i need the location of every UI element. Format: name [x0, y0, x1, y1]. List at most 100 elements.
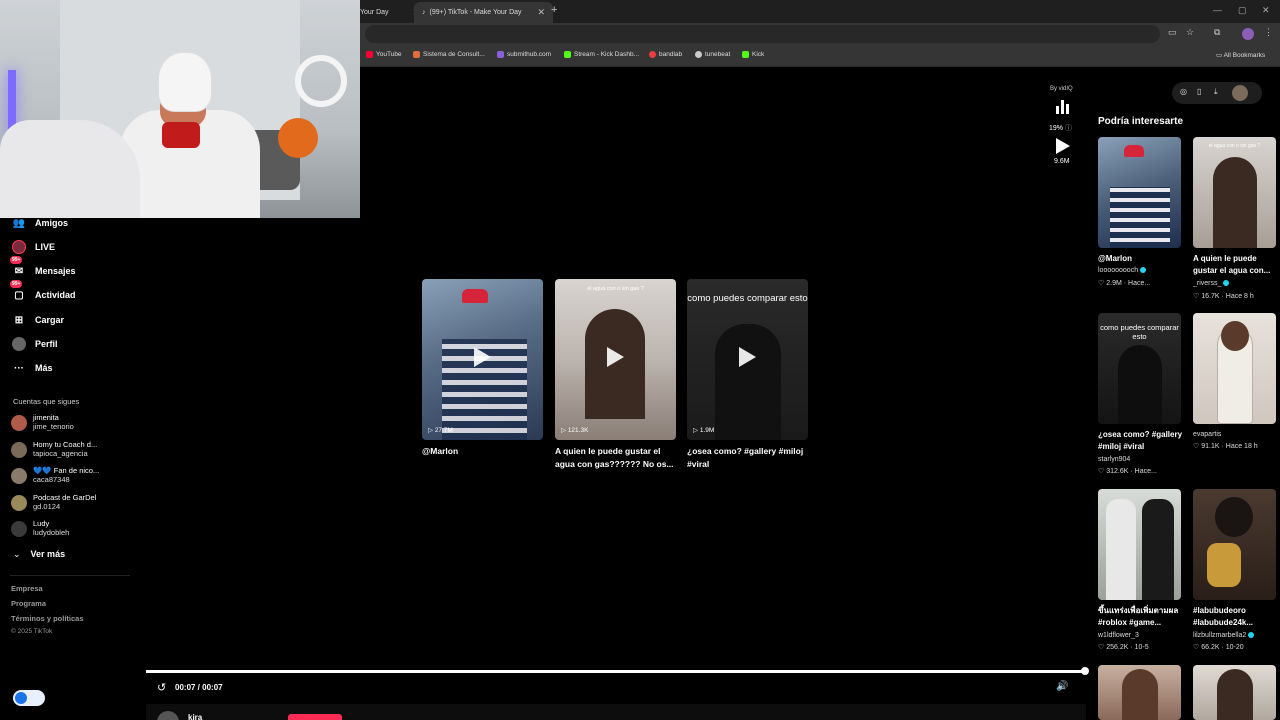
- video-overlay-text: como puedes comparar esto: [687, 293, 808, 304]
- user-avatar[interactable]: [1232, 85, 1248, 101]
- video-thumbnail: [1106, 499, 1136, 600]
- tab-tiktok[interactable]: ♪ (99+) TikTok - Make Your Day ✕: [414, 2, 554, 23]
- top-actions: ◎ ▯ ⤓: [1172, 82, 1262, 104]
- window-close-icon[interactable]: ✕: [1262, 5, 1270, 16]
- recommended-thumbnail[interactable]: como puedes comparar esto: [1098, 313, 1181, 424]
- following-item[interactable]: 💙💙 Fan de nico... caca87348: [11, 466, 99, 484]
- progress-handle[interactable]: [1081, 667, 1089, 675]
- bottom-username[interactable]: kira: [188, 713, 202, 720]
- star-icon[interactable]: ☆: [1186, 27, 1194, 38]
- sidebar-item-mas[interactable]: ··· Más: [11, 360, 53, 376]
- recommended-thumbnail[interactable]: [1193, 665, 1276, 720]
- footer-link-terminos[interactable]: Términos y políticas: [11, 614, 84, 623]
- notification-badge: 99+: [10, 256, 23, 264]
- recommended-caption[interactable]: A quien le puede gustar el agua con...: [1193, 253, 1280, 277]
- tab-your-day[interactable]: Your Day ✕: [360, 2, 420, 23]
- video-caption[interactable]: @Marlon: [422, 445, 546, 458]
- bookmark-youtube[interactable]: YouTube: [366, 51, 402, 58]
- recommended-caption[interactable]: ขึ้นแทร่งเพื่อเพิ่มตามผล #roblox #game..…: [1098, 605, 1188, 629]
- cast-icon[interactable]: ▭: [1168, 27, 1177, 38]
- sidebar-item-mensajes[interactable]: ✉ 99+ Mensajes: [10, 256, 76, 279]
- recommended-user[interactable]: starlyn904: [1098, 456, 1130, 463]
- sidebar-item-actividad[interactable]: ▢ 99+ Actividad: [10, 280, 76, 303]
- gauge-icon[interactable]: ◎: [1180, 87, 1187, 96]
- following-item[interactable]: Podcast de GarDel gd.0124: [11, 493, 96, 511]
- maximize-icon[interactable]: ▢: [1238, 5, 1247, 16]
- follow-button[interactable]: [288, 714, 342, 720]
- recommended-thumbnail[interactable]: [1098, 137, 1181, 248]
- sidebar-item-cargar[interactable]: ⊞ Cargar: [11, 312, 64, 328]
- recommended-meta: ♡ 312.6K · Hace...: [1098, 468, 1157, 475]
- hair: [1215, 497, 1253, 537]
- video-card[interactable]: el agua con o sin gas ? ▷ 121.3K: [555, 279, 676, 440]
- recommended-user[interactable]: _riverss_: [1193, 280, 1230, 287]
- download-icon[interactable]: ⤓: [1214, 87, 1218, 97]
- recommended-thumbnail[interactable]: [1098, 665, 1181, 720]
- recommended-caption[interactable]: #labubudeoro #labubude24k...: [1193, 605, 1280, 629]
- recommended-thumbnail[interactable]: [1098, 489, 1181, 600]
- kick-icon: [742, 51, 749, 58]
- recommended-user[interactable]: w1ldflower_3: [1098, 632, 1139, 639]
- recommended-caption[interactable]: @Marlon: [1098, 253, 1188, 265]
- bookmark-kick[interactable]: Kick: [742, 51, 764, 58]
- address-bar[interactable]: [365, 25, 1160, 43]
- recommended-thumbnail[interactable]: [1193, 313, 1276, 424]
- replay-icon[interactable]: ↺: [157, 681, 166, 694]
- volume-icon[interactable]: 🔊: [1056, 681, 1068, 692]
- new-tab-icon[interactable]: +: [551, 4, 557, 16]
- bookmark-sistema[interactable]: Sistema de Consult...: [413, 51, 485, 58]
- footer-link-programa[interactable]: Programa: [11, 599, 46, 608]
- red-cap: [462, 289, 488, 303]
- recommended-meta: ♡ 2.9M · Hace...: [1098, 280, 1151, 287]
- following-title: Cuentas que sigues: [13, 397, 80, 406]
- comment-strip: [146, 704, 1086, 720]
- recommendations-title: Podría interesarte: [1098, 116, 1184, 127]
- play-icon: [739, 347, 756, 367]
- kick-icon: [564, 51, 571, 58]
- profile-avatar[interactable]: [1242, 28, 1254, 40]
- following-item[interactable]: jimenita jime_tenorio: [11, 413, 74, 431]
- sidebar-item-amigos[interactable]: 👥 Amigos: [11, 215, 68, 231]
- phone-icon[interactable]: ▯: [1197, 87, 1201, 96]
- view-count: ▷ 1.9M: [693, 427, 715, 434]
- video-card[interactable]: como puedes comparar esto ▷ 1.9M: [687, 279, 808, 440]
- all-bookmarks[interactable]: ▭ All Bookmarks: [1216, 51, 1265, 59]
- video-card[interactable]: ▷ 27.7M: [422, 279, 543, 440]
- tab-title: Your Day: [360, 9, 389, 16]
- progress-bar[interactable]: [146, 670, 1086, 673]
- recommended-user[interactable]: lilzbullzmarbella2: [1193, 632, 1255, 639]
- see-more-button[interactable]: ⌄ Ver más: [13, 549, 65, 560]
- recommended-meta: ♡ 66.2K · 10-20: [1193, 644, 1244, 651]
- bookmark-bandlab[interactable]: bandlab: [649, 51, 682, 58]
- sidebar-item-live[interactable]: LIVE: [11, 239, 55, 255]
- bookmark-submithub[interactable]: submithub.com: [497, 51, 551, 58]
- extension-toggle[interactable]: [13, 690, 45, 706]
- menu-icon[interactable]: ⋮: [1264, 27, 1273, 38]
- video-caption[interactable]: ¿osea como? #gallery #miloj #viral: [687, 445, 811, 471]
- bookmark-kick-dashboard[interactable]: Stream - Kick Dashb...: [564, 51, 639, 58]
- recommended-user[interactable]: looooooooch: [1098, 267, 1147, 274]
- webcam-overlay: [0, 0, 360, 218]
- extensions-icon[interactable]: ⧉: [1214, 27, 1220, 38]
- recommended-user[interactable]: evapartis: [1193, 431, 1221, 438]
- video-thumbnail: [1142, 499, 1174, 600]
- recommended-thumbnail[interactable]: el agua con o sin gas ?: [1193, 137, 1276, 248]
- sidebar-item-perfil[interactable]: Perfil: [11, 336, 58, 352]
- minimize-icon[interactable]: —: [1213, 5, 1222, 15]
- avatar: [11, 468, 27, 484]
- video-overlay-text: el agua con o sin gas ?: [1208, 143, 1261, 149]
- vidiq-bars-icon[interactable]: [1056, 100, 1069, 114]
- following-item[interactable]: Homy tu Coach d... tapioca_agencia: [11, 440, 97, 458]
- tab-title: (99+) TikTok - Make Your Day: [429, 9, 522, 16]
- view-count: ▷ 27.7M: [428, 427, 453, 434]
- recommended-caption[interactable]: ¿osea como? #gallery #miloj #viral: [1098, 429, 1188, 453]
- upload-icon: ⊞: [14, 314, 24, 326]
- video-caption[interactable]: A quien le puede gustar el agua con gas?…: [555, 445, 679, 471]
- close-icon[interactable]: ✕: [538, 7, 546, 18]
- recommended-thumbnail[interactable]: [1193, 489, 1276, 600]
- profile-icon: [11, 336, 27, 352]
- play-icon[interactable]: [1056, 138, 1070, 154]
- bookmark-tunebeat[interactable]: tunebeat: [695, 51, 730, 58]
- footer-link-empresa[interactable]: Empresa: [11, 584, 43, 593]
- following-item[interactable]: Ludy ludydobleh: [11, 519, 69, 537]
